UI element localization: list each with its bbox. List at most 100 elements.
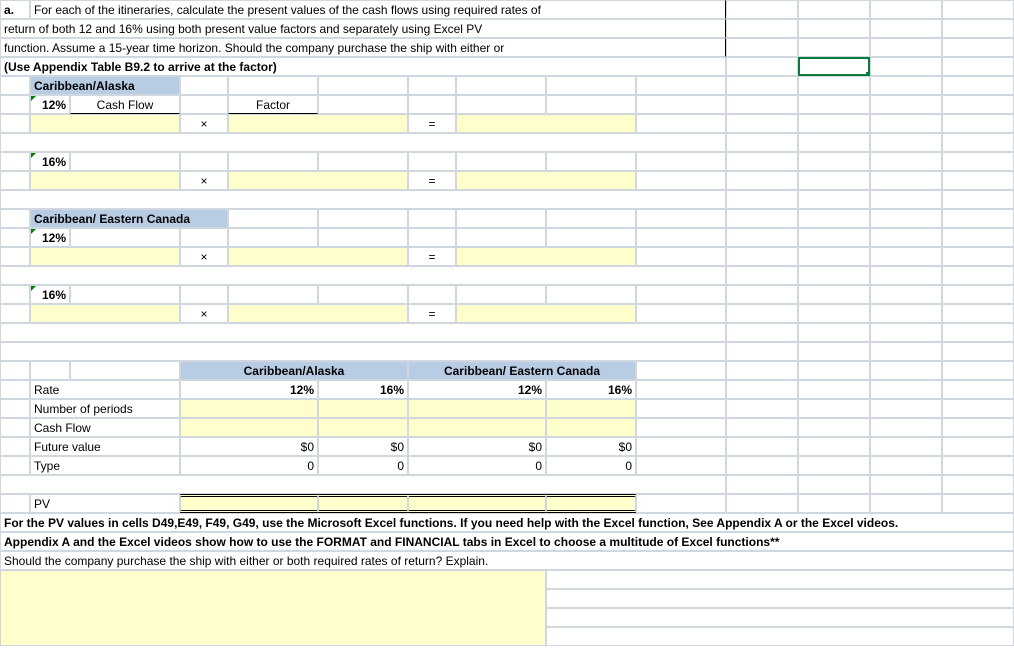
cell[interactable] xyxy=(546,627,1014,646)
cell[interactable] xyxy=(870,190,942,209)
cell[interactable] xyxy=(870,133,942,152)
cell[interactable] xyxy=(942,285,1014,304)
cell[interactable] xyxy=(0,95,30,114)
pv-2[interactable] xyxy=(318,494,408,513)
cell[interactable] xyxy=(942,456,1014,475)
cell[interactable] xyxy=(0,380,30,399)
cell[interactable] xyxy=(726,418,798,437)
cell[interactable] xyxy=(870,76,942,95)
cell[interactable] xyxy=(180,228,228,247)
cell[interactable] xyxy=(456,152,546,171)
cell[interactable] xyxy=(942,361,1014,380)
cell[interactable] xyxy=(0,437,30,456)
cell[interactable] xyxy=(942,133,1014,152)
cell[interactable] xyxy=(726,437,798,456)
cell[interactable] xyxy=(798,171,870,190)
cell[interactable] xyxy=(636,418,726,437)
cell[interactable] xyxy=(0,285,30,304)
cell[interactable] xyxy=(798,114,870,133)
cell[interactable] xyxy=(798,361,870,380)
input-cashflow-12a[interactable] xyxy=(30,114,180,133)
cell[interactable] xyxy=(546,570,1014,589)
cell[interactable] xyxy=(798,38,870,57)
cell[interactable] xyxy=(456,95,546,114)
cell[interactable] xyxy=(942,38,1014,57)
cell[interactable] xyxy=(546,95,636,114)
cell[interactable] xyxy=(456,209,546,228)
cell[interactable] xyxy=(870,304,942,323)
cell[interactable] xyxy=(70,285,180,304)
input-nper-4[interactable] xyxy=(546,399,636,418)
cell[interactable] xyxy=(636,456,726,475)
cell[interactable] xyxy=(0,342,726,361)
cell[interactable] xyxy=(798,133,870,152)
cell[interactable] xyxy=(942,304,1014,323)
cell[interactable] xyxy=(408,285,456,304)
input-cf-3[interactable] xyxy=(408,418,546,437)
cell[interactable] xyxy=(318,95,408,114)
cell[interactable] xyxy=(408,209,456,228)
cell[interactable] xyxy=(0,304,30,323)
cell[interactable] xyxy=(0,399,30,418)
cell[interactable] xyxy=(0,152,30,171)
cell[interactable] xyxy=(798,380,870,399)
cell[interactable] xyxy=(408,76,456,95)
cell[interactable] xyxy=(942,380,1014,399)
cell[interactable] xyxy=(942,475,1014,494)
input-nper-3[interactable] xyxy=(408,399,546,418)
cell[interactable] xyxy=(870,437,942,456)
cell[interactable] xyxy=(726,361,798,380)
pv-4[interactable] xyxy=(546,494,636,513)
cell[interactable] xyxy=(798,95,870,114)
cell[interactable] xyxy=(180,76,228,95)
cell[interactable] xyxy=(870,266,942,285)
cell[interactable] xyxy=(318,152,408,171)
cell[interactable] xyxy=(942,266,1014,285)
explain-box[interactable] xyxy=(0,570,546,646)
cell[interactable] xyxy=(70,361,180,380)
cell[interactable] xyxy=(726,171,798,190)
input-nper-1[interactable] xyxy=(180,399,318,418)
cell[interactable] xyxy=(798,304,870,323)
cell[interactable] xyxy=(726,209,798,228)
cell[interactable] xyxy=(726,76,798,95)
cell[interactable] xyxy=(726,399,798,418)
cell[interactable] xyxy=(798,266,870,285)
input-result-16b[interactable] xyxy=(456,304,636,323)
cell[interactable] xyxy=(70,228,180,247)
cell[interactable] xyxy=(408,152,456,171)
cell[interactable] xyxy=(0,114,30,133)
cell[interactable] xyxy=(228,285,318,304)
cell[interactable] xyxy=(726,57,798,76)
cell[interactable] xyxy=(636,247,726,266)
cell[interactable] xyxy=(318,76,408,95)
cell[interactable] xyxy=(726,342,798,361)
cell[interactable] xyxy=(726,38,798,57)
cell[interactable] xyxy=(942,418,1014,437)
cell[interactable] xyxy=(546,589,1014,608)
cell[interactable] xyxy=(798,456,870,475)
cell[interactable] xyxy=(726,380,798,399)
cell[interactable] xyxy=(726,494,798,513)
cell[interactable] xyxy=(798,76,870,95)
cell[interactable] xyxy=(180,95,228,114)
cell[interactable] xyxy=(228,152,318,171)
cell[interactable] xyxy=(0,266,726,285)
selected-cell[interactable] xyxy=(798,57,870,76)
cell[interactable] xyxy=(798,418,870,437)
cell[interactable] xyxy=(726,133,798,152)
cell[interactable] xyxy=(870,19,942,38)
cell[interactable] xyxy=(942,247,1014,266)
cell[interactable] xyxy=(942,171,1014,190)
cell[interactable] xyxy=(408,95,456,114)
cell[interactable] xyxy=(870,247,942,266)
cell[interactable] xyxy=(0,494,30,513)
cell[interactable] xyxy=(636,228,726,247)
cell[interactable] xyxy=(546,608,1014,627)
cell[interactable] xyxy=(798,152,870,171)
cell[interactable] xyxy=(942,437,1014,456)
input-factor-16a[interactable] xyxy=(228,171,408,190)
cell[interactable] xyxy=(726,266,798,285)
cell[interactable] xyxy=(0,76,30,95)
input-factor-12a[interactable] xyxy=(228,114,408,133)
